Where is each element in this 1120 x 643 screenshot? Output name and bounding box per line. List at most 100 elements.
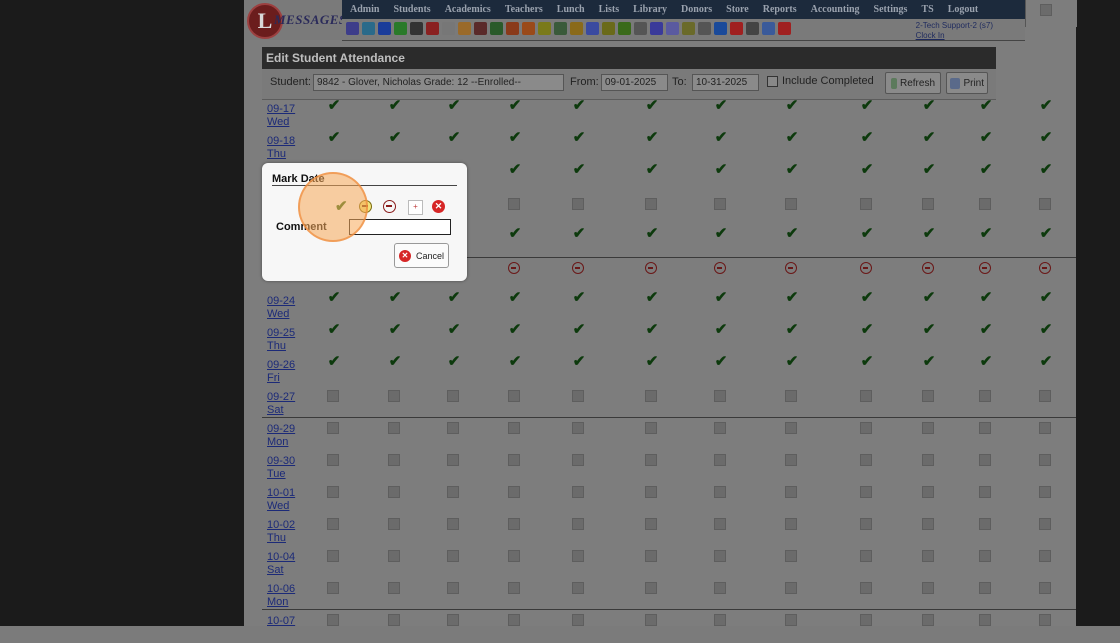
empty-box-icon[interactable]	[508, 550, 520, 562]
empty-box-icon[interactable]	[785, 582, 797, 594]
nav-item-students[interactable]: Students	[385, 4, 436, 15]
present-check-icon[interactable]: ✔	[860, 98, 874, 113]
toolbar-tool-icon[interactable]	[634, 22, 647, 35]
present-check-icon[interactable]: ✔	[645, 322, 659, 337]
date-link[interactable]: 10-02 Thu	[267, 519, 295, 545]
empty-box-icon[interactable]	[979, 390, 991, 402]
present-check-icon[interactable]: ✔	[572, 290, 586, 305]
empty-box-icon[interactable]	[645, 198, 657, 210]
present-check-icon[interactable]: ✔	[979, 130, 993, 145]
empty-box-icon[interactable]	[645, 422, 657, 434]
empty-box-icon[interactable]	[447, 614, 459, 626]
empty-box-icon[interactable]	[714, 550, 726, 562]
empty-box-icon[interactable]	[860, 454, 872, 466]
present-check-icon[interactable]: ✔	[785, 354, 799, 369]
refresh-button[interactable]: Refresh	[885, 72, 941, 94]
absent-icon[interactable]	[645, 262, 657, 274]
empty-box-icon[interactable]	[860, 582, 872, 594]
present-check-icon[interactable]: ✔	[922, 162, 936, 177]
present-check-icon[interactable]: ✔	[508, 226, 522, 241]
empty-box-icon[interactable]	[860, 518, 872, 530]
present-check-icon[interactable]: ✔	[388, 354, 402, 369]
absent-icon[interactable]	[860, 262, 872, 274]
empty-box-icon[interactable]	[388, 422, 400, 434]
empty-box-icon[interactable]	[388, 454, 400, 466]
empty-box-icon[interactable]	[1039, 486, 1051, 498]
empty-box-icon[interactable]	[922, 582, 934, 594]
clear-mark-icon[interactable]: ✕	[432, 200, 445, 213]
present-check-icon[interactable]: ✔	[714, 290, 728, 305]
present-check-icon[interactable]: ✔	[645, 162, 659, 177]
present-check-icon[interactable]: ✔	[508, 130, 522, 145]
empty-box-icon[interactable]	[327, 550, 339, 562]
empty-box-icon[interactable]	[508, 582, 520, 594]
present-check-icon[interactable]: ✔	[979, 322, 993, 337]
toolbar-tool-icon[interactable]	[762, 22, 775, 35]
date-link[interactable]: 09-18 Thu	[267, 135, 295, 161]
toolbar-tool-icon[interactable]	[474, 22, 487, 35]
toolbar-tool-icon[interactable]	[618, 22, 631, 35]
date-link[interactable]: 09-26 Fri	[267, 359, 295, 385]
empty-box-icon[interactable]	[979, 422, 991, 434]
empty-box-icon[interactable]	[922, 486, 934, 498]
present-check-icon[interactable]: ✔	[1039, 130, 1053, 145]
present-check-icon[interactable]: ✔	[1039, 98, 1053, 113]
nav-item-teachers[interactable]: Teachers	[497, 4, 549, 15]
toolbar-tool-icon[interactable]	[538, 22, 551, 35]
present-check-icon[interactable]: ✔	[388, 322, 402, 337]
empty-box-icon[interactable]	[714, 390, 726, 402]
to-date-input[interactable]: 10-31-2025	[692, 74, 759, 91]
nav-item-accounting[interactable]: Accounting	[803, 4, 866, 15]
present-check-icon[interactable]: ✔	[1039, 290, 1053, 305]
present-check-icon[interactable]: ✔	[327, 354, 341, 369]
toolbar-tool-icon[interactable]	[698, 22, 711, 35]
empty-box-icon[interactable]	[327, 390, 339, 402]
toolbar-tool-icon[interactable]	[554, 22, 567, 35]
empty-box-icon[interactable]	[1039, 582, 1051, 594]
empty-box-icon[interactable]	[714, 422, 726, 434]
empty-box-icon[interactable]	[1039, 198, 1051, 210]
present-check-icon[interactable]: ✔	[785, 130, 799, 145]
empty-box-icon[interactable]	[785, 198, 797, 210]
present-check-icon[interactable]: ✔	[922, 98, 936, 113]
present-check-icon[interactable]: ✔	[1039, 322, 1053, 337]
present-check-icon[interactable]: ✔	[572, 130, 586, 145]
empty-box-icon[interactable]	[785, 486, 797, 498]
empty-box-icon[interactable]	[785, 390, 797, 402]
present-check-icon[interactable]: ✔	[714, 226, 728, 241]
empty-box-icon[interactable]	[922, 390, 934, 402]
absent-icon[interactable]	[383, 200, 396, 213]
empty-box-icon[interactable]	[714, 614, 726, 626]
empty-box-icon[interactable]	[714, 454, 726, 466]
empty-box-icon[interactable]	[572, 454, 584, 466]
empty-box-icon[interactable]	[979, 198, 991, 210]
present-check-icon[interactable]: ✔	[327, 130, 341, 145]
toolbar-tool-icon[interactable]	[666, 22, 679, 35]
empty-box-icon[interactable]	[979, 614, 991, 626]
empty-box-icon[interactable]	[860, 550, 872, 562]
comment-input[interactable]	[349, 219, 451, 235]
nav-item-store[interactable]: Store	[718, 4, 755, 15]
present-check-icon[interactable]: ✔	[1039, 354, 1053, 369]
empty-box-icon[interactable]	[714, 198, 726, 210]
date-link[interactable]: 09-17 Wed	[267, 103, 295, 129]
present-check-icon[interactable]: ✔	[645, 354, 659, 369]
present-check-icon[interactable]: ✔	[860, 354, 874, 369]
present-check-icon[interactable]: ✔	[447, 322, 461, 337]
present-check-icon[interactable]: ✔	[860, 290, 874, 305]
toolbar-tool-icon[interactable]	[714, 22, 727, 35]
empty-box-icon[interactable]	[388, 582, 400, 594]
empty-box-icon[interactable]	[645, 518, 657, 530]
nav-item-reports[interactable]: Reports	[755, 4, 803, 15]
empty-box-icon[interactable]	[447, 390, 459, 402]
present-check-icon[interactable]: ✔	[714, 354, 728, 369]
present-check-icon[interactable]: ✔	[508, 290, 522, 305]
empty-box-icon[interactable]	[388, 390, 400, 402]
empty-box-icon[interactable]	[388, 614, 400, 626]
toolbar-tool-icon[interactable]	[682, 22, 695, 35]
empty-box-icon[interactable]	[785, 454, 797, 466]
present-check-icon[interactable]: ✔	[714, 98, 728, 113]
nav-item-admin[interactable]: Admin	[342, 4, 385, 15]
toolbar-tool-icon[interactable]	[490, 22, 503, 35]
present-check-icon[interactable]: ✔	[979, 162, 993, 177]
